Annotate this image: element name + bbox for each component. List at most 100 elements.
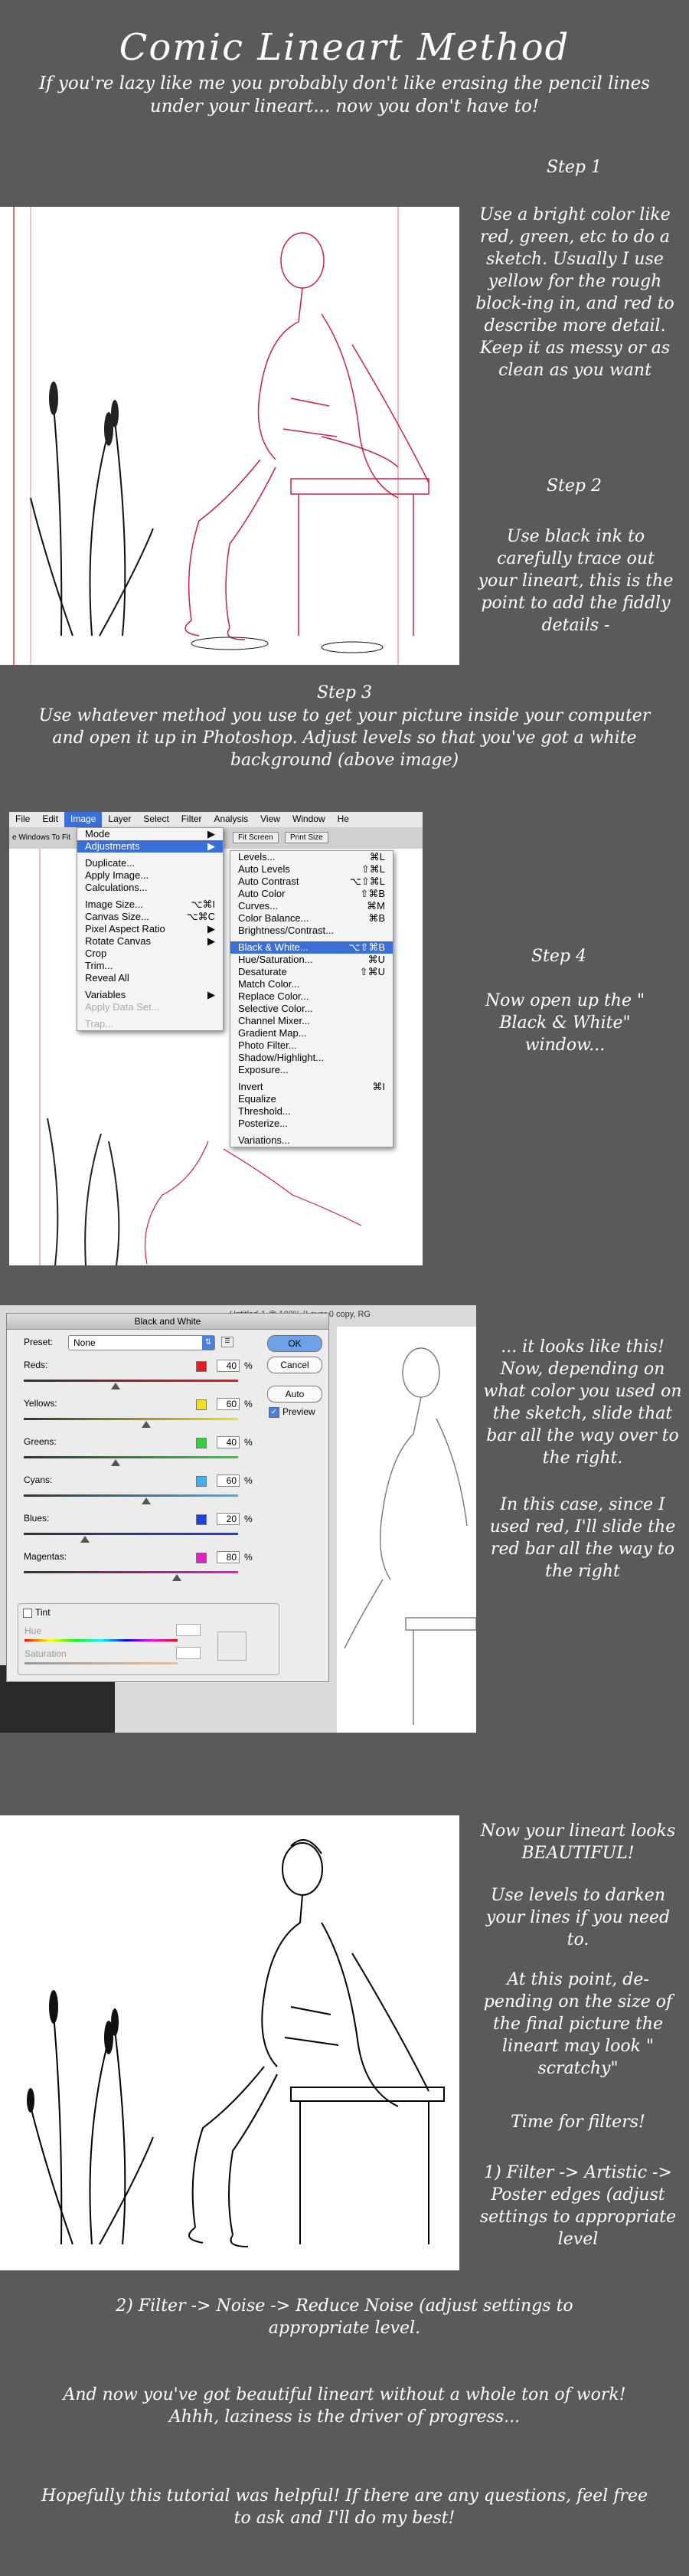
tint-checkbox[interactable] (23, 1609, 32, 1618)
menu-window[interactable]: Window (286, 812, 331, 827)
adj-menu-item[interactable]: Threshold... (230, 1105, 393, 1118)
image-menu-item[interactable]: Rotate Canvas ▶ (77, 935, 223, 948)
fit-screen-button[interactable]: Fit Screen (233, 832, 279, 843)
image-menu-item[interactable]: Trap... (77, 1018, 223, 1030)
adj-menu-item-label: Color Balance... (238, 912, 309, 924)
adj-menu-item[interactable]: Auto Levels ⇧⌘L (230, 863, 393, 876)
adjustments-submenu: Levels... ⌘L Auto Levels ⇧⌘L Auto Contrast ⌥⇧… (230, 850, 393, 1147)
bw-slider-track[interactable] (24, 1456, 238, 1458)
adj-menu-item[interactable]: Black & White... ⌥⇧⌘B (230, 941, 393, 954)
adj-menu-item[interactable]: Levels... ⌘L (230, 851, 393, 863)
image-menu-item[interactable]: Mode ▶ (77, 828, 223, 840)
adj-menu-item[interactable]: Replace Color... (230, 990, 393, 1003)
adj-menu-item[interactable]: Auto Contrast ⌥⇧⌘L (230, 876, 393, 888)
image-menu-item-label: Canvas Size... (85, 911, 149, 922)
preset-options-icon[interactable]: ☰ (221, 1337, 233, 1347)
tint-color-swatch[interactable] (217, 1632, 247, 1661)
image-menu-item-label: Trap... (85, 1018, 114, 1029)
image-menu-item[interactable]: Pixel Aspect Ratio ▶ (77, 923, 223, 935)
bw-slider-label: Yellows: (24, 1398, 57, 1409)
menu-select[interactable]: Select (137, 812, 175, 827)
bw-value-field[interactable]: 60 (217, 1475, 240, 1487)
bw-value-field[interactable]: 60 (217, 1398, 240, 1410)
image-menu-item[interactable]: Canvas Size... ⌥⌘C (77, 911, 223, 923)
saturation-field[interactable] (176, 1647, 201, 1659)
step5-text4: Time for filters! (511, 2113, 645, 2132)
image-menu-item[interactable]: Image Size... ⌥⌘I (77, 898, 223, 911)
adj-menu-item-label: Gradient Map... (238, 1027, 307, 1039)
menu-filter[interactable]: Filter (175, 812, 208, 827)
image-menu-item[interactable]: Duplicate... (77, 857, 223, 869)
bw-slider-knob[interactable] (111, 1383, 120, 1389)
adj-menu-item[interactable]: Hue/Saturation... ⌘U (230, 954, 393, 966)
adj-menu-item[interactable]: Channel Mixer... (230, 1015, 393, 1027)
adj-menu-item[interactable]: Equalize (230, 1093, 393, 1105)
image-menu-item[interactable]: Calculations... (77, 882, 223, 894)
menu-view[interactable]: View (254, 812, 286, 827)
bw-value-field[interactable]: 40 (217, 1360, 240, 1372)
black-lineart-drawing (27, 1839, 445, 2247)
bw-slider-track[interactable] (24, 1418, 238, 1420)
hue-slider[interactable] (24, 1639, 178, 1642)
adj-menu-item[interactable]: Shadow/Highlight... (230, 1052, 393, 1064)
image-menu-item[interactable]: Trim... (77, 960, 223, 972)
adj-menu-item[interactable]: Photo Filter... (230, 1039, 393, 1052)
windows-to-fit-label[interactable]: e Windows To Fit (12, 833, 70, 842)
adj-menu-item-label: Variations... (238, 1134, 290, 1146)
adj-menu-item-label: Match Color... (238, 978, 300, 990)
bw-value-field[interactable]: 40 (217, 1436, 240, 1448)
adj-menu-item[interactable]: Auto Color ⇧⌘B (230, 888, 393, 900)
step5-text5: 1) Filter -> Artistic -> Poster edges (a… (479, 2163, 677, 2249)
print-size-button[interactable]: Print Size (285, 832, 328, 843)
bw-slider-track[interactable] (24, 1533, 238, 1535)
adj-menu-item[interactable]: Match Color... (230, 978, 393, 990)
saturation-slider[interactable] (24, 1662, 178, 1664)
menu-file[interactable]: File (9, 812, 36, 827)
image-menu-item[interactable]: Crop (77, 948, 223, 960)
adj-menu-item[interactable]: Desaturate ⇧⌘U (230, 966, 393, 978)
adj-menu-item[interactable]: Variations... (230, 1134, 393, 1147)
menu-layer[interactable]: Layer (102, 812, 137, 827)
image-menu-item[interactable]: Apply Data Set... (77, 1001, 223, 1013)
bw-slider-track[interactable] (24, 1380, 238, 1382)
menu-help[interactable]: He (331, 812, 355, 827)
adj-menu-item[interactable]: Posterize... (230, 1118, 393, 1130)
menu-image[interactable]: Image (64, 812, 103, 827)
adj-menu-item[interactable]: Brightness/Contrast... (230, 925, 393, 937)
adj-menu-item[interactable]: Color Balance... ⌘B (230, 912, 393, 925)
preview-checkbox[interactable]: ✓ (269, 1407, 279, 1418)
menu-edit[interactable]: Edit (36, 812, 64, 827)
bw-slider-track[interactable] (24, 1571, 238, 1573)
bw-slider-knob[interactable] (80, 1536, 90, 1543)
menu-analysis[interactable]: Analysis (207, 812, 254, 827)
adj-menu-item[interactable]: Selective Color... (230, 1003, 393, 1015)
bw-value-field[interactable]: 80 (217, 1551, 240, 1563)
image-menu-item[interactable]: Variables ▶ (77, 989, 223, 1001)
image-menu-item-label: Image Size... (85, 898, 143, 910)
bw-slider-track[interactable] (24, 1494, 238, 1497)
adj-menu-item-shortcut: ⌘U (367, 954, 385, 965)
hue-field[interactable] (176, 1624, 201, 1636)
bw-slider-knob[interactable] (142, 1421, 151, 1428)
image-menu-item[interactable]: Reveal All (77, 972, 223, 984)
image-menu-item[interactable]: Adjustments ▶ (77, 840, 223, 853)
bw-slider-knob[interactable] (111, 1459, 120, 1466)
bw-slider-knob[interactable] (142, 1497, 151, 1504)
adj-menu-item[interactable]: Curves... ⌘M (230, 900, 393, 912)
adj-menu-item[interactable]: Invert ⌘I (230, 1081, 393, 1093)
adj-menu-item[interactable]: Exposure... (230, 1064, 393, 1076)
percent-sign: % (244, 1475, 253, 1486)
adj-menu-item-label: Black & White... (238, 941, 309, 953)
cancel-button[interactable]: Cancel (267, 1357, 322, 1373)
bw-slider-knob[interactable] (172, 1574, 181, 1581)
adj-menu-item[interactable]: Gradient Map... (230, 1027, 393, 1039)
auto-button[interactable]: Auto (267, 1386, 322, 1403)
image-menu-item[interactable]: Apply Image... (77, 869, 223, 882)
bw-value-field[interactable]: 20 (217, 1513, 240, 1525)
ok-button[interactable]: OK (267, 1335, 322, 1352)
adj-menu-item-label: Invert (238, 1081, 263, 1092)
preset-select[interactable]: None ⇅ (68, 1335, 215, 1350)
percent-sign: % (244, 1360, 253, 1371)
adj-menu-item-shortcut: ⌘L (369, 851, 385, 862)
preview-label: Preview (282, 1406, 315, 1417)
